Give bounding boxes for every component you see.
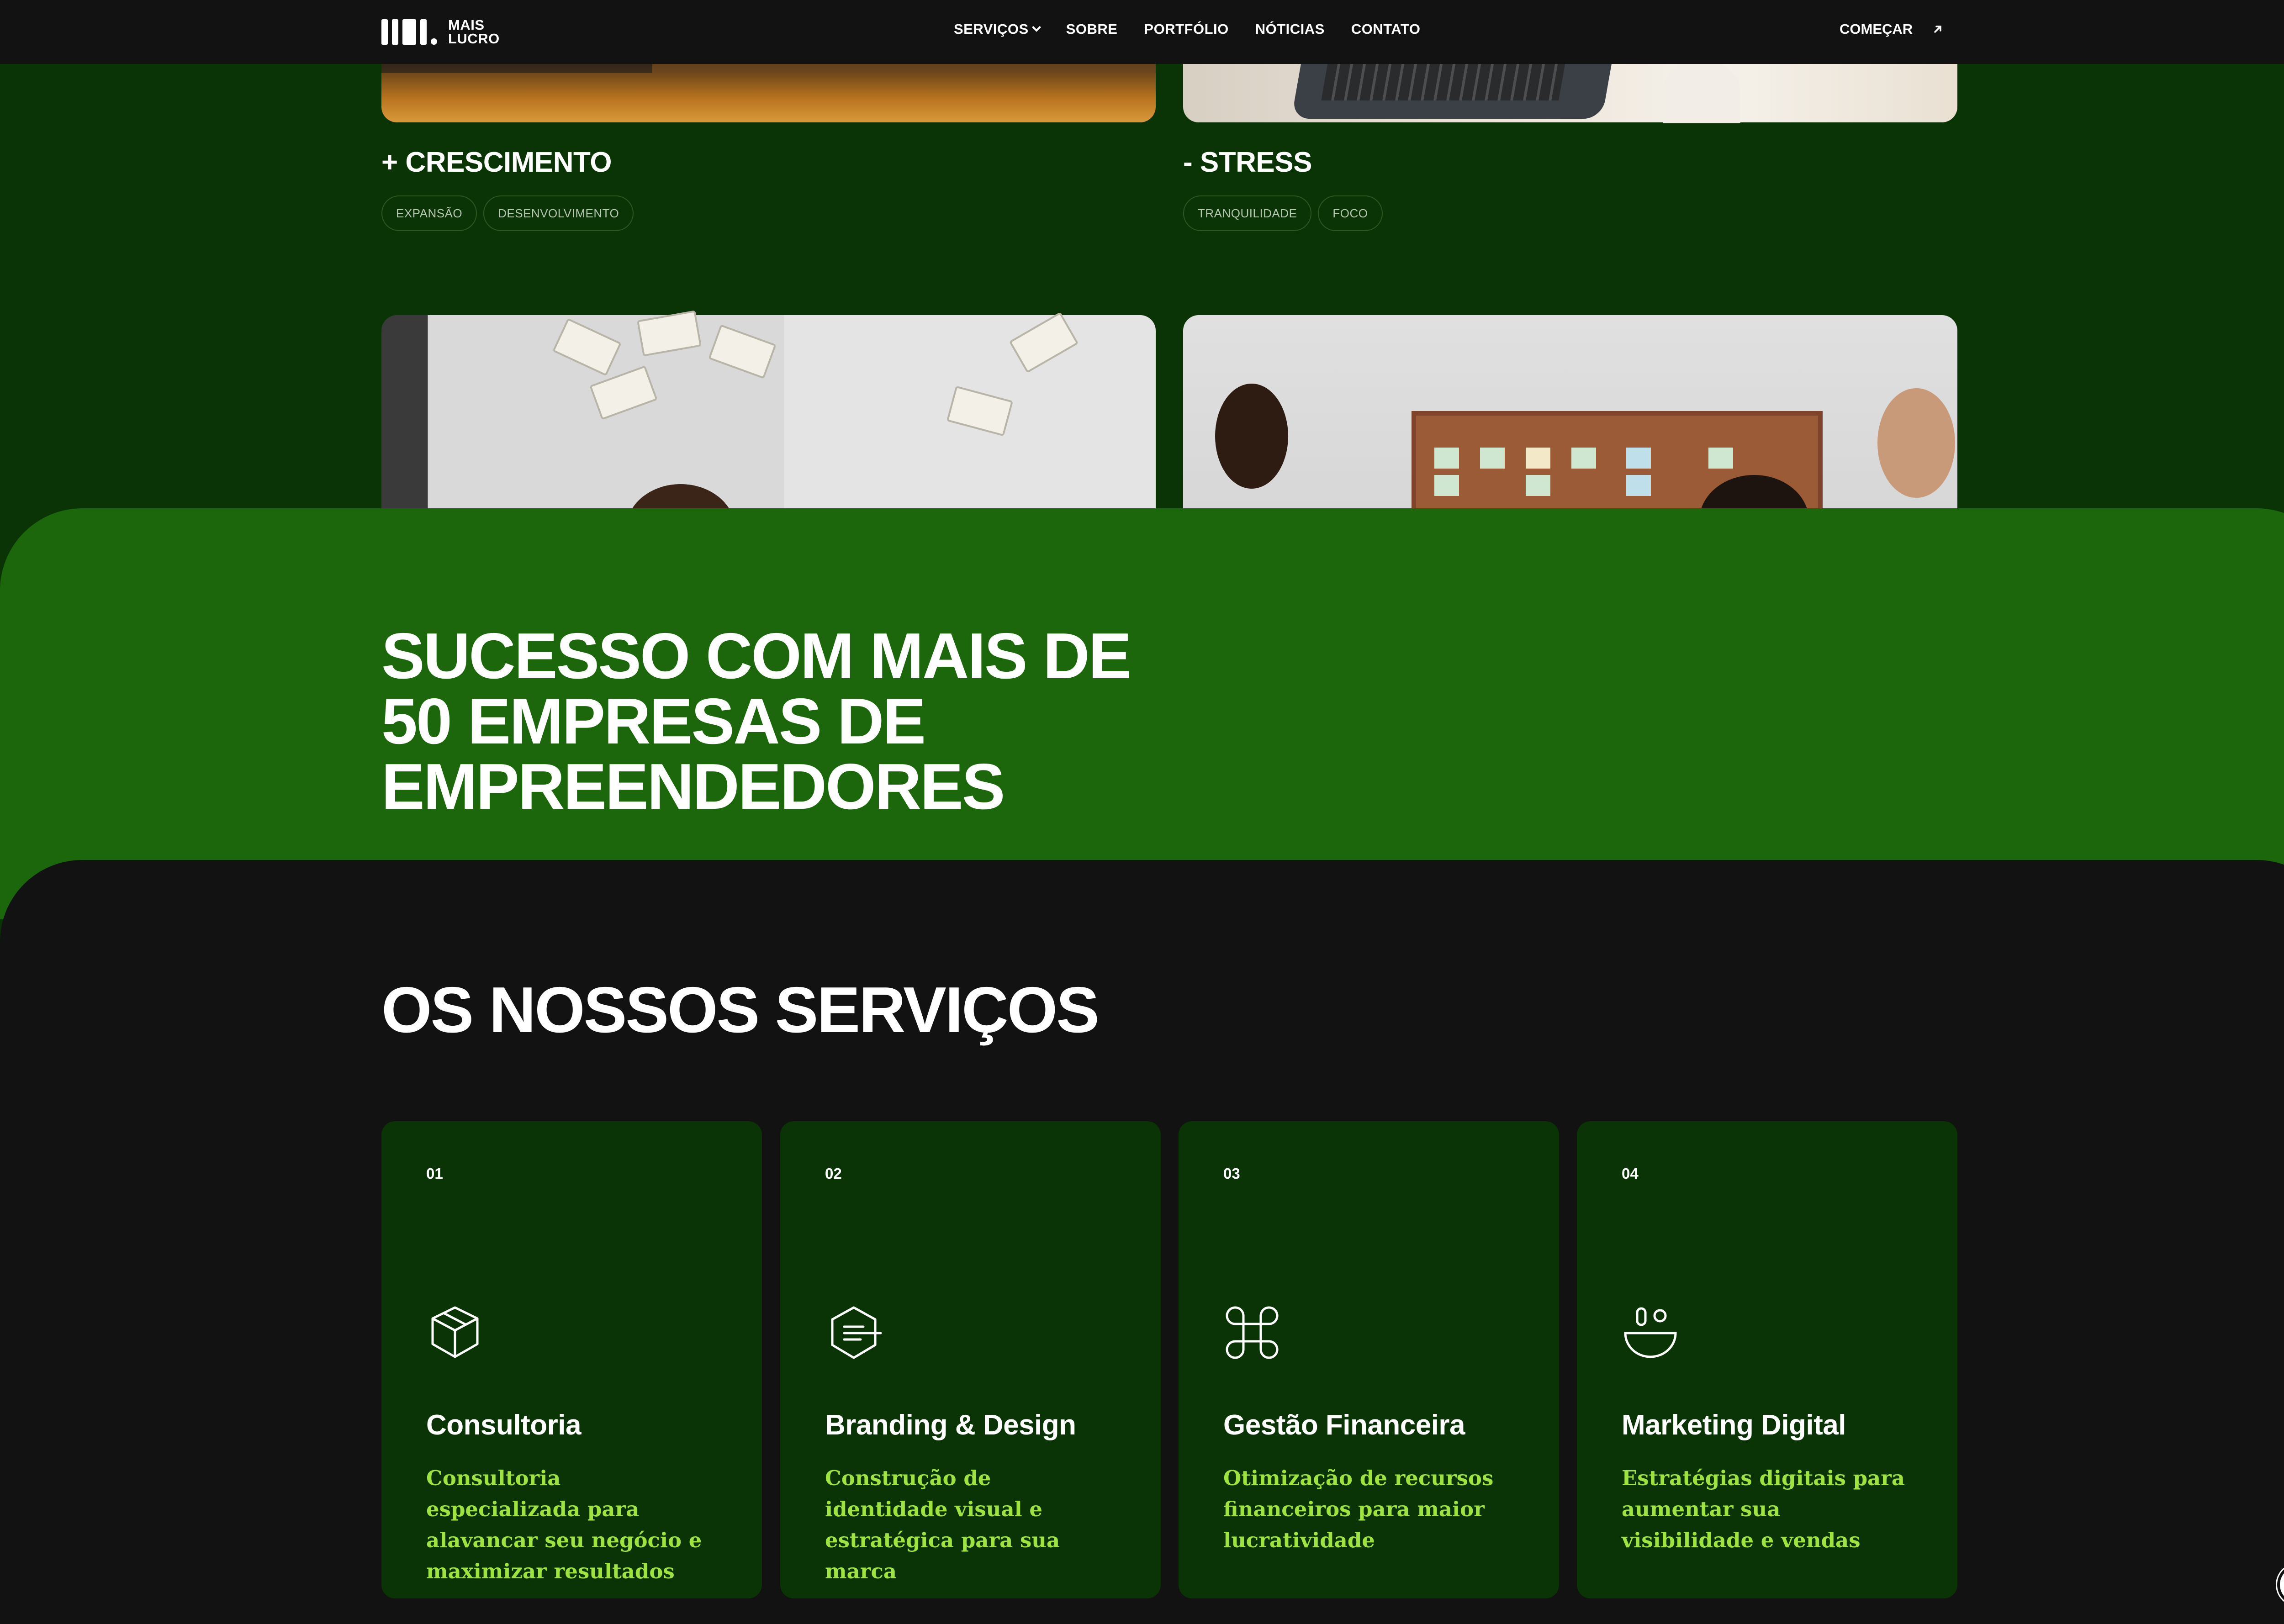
sticky-note-shape bbox=[1434, 448, 1459, 469]
nav-item-contato[interactable]: CONTATO bbox=[1351, 21, 1421, 37]
service-desc: Otimização de recursos financeiros para … bbox=[1223, 1466, 1494, 1552]
sticky-note-shape bbox=[1434, 475, 1459, 496]
benefit-tags-crescimento: EXPANSÃO DESENVOLVIMENTO bbox=[381, 195, 634, 231]
cube-icon bbox=[431, 1306, 479, 1358]
logo-text: MAIS LUCRO bbox=[448, 17, 500, 47]
service-card-gestao[interactable]: 03 Gestão Financeira Otimização de recur… bbox=[1179, 1121, 1559, 1598]
cup-shape bbox=[1663, 59, 1740, 123]
service-name: Consultoria bbox=[426, 1409, 581, 1441]
service-card-branding[interactable]: 02 Branding & Design Construção de ident… bbox=[780, 1121, 1161, 1598]
nav-item-portfolio[interactable]: PORTFÓLIO bbox=[1144, 21, 1228, 37]
arrow-up-right-icon[interactable] bbox=[1932, 24, 1943, 35]
service-desc: Estratégias digitais para aumentar sua v… bbox=[1622, 1466, 1905, 1552]
services-title: OS NOSSOS SERVIÇOS bbox=[381, 974, 1100, 1046]
service-name: Gestão Financeira bbox=[1223, 1409, 1465, 1441]
top-nav: MAIS LUCRO SERVIÇOS SOBRE PORTFÓLIO NÓTI… bbox=[0, 0, 2284, 64]
person-head-shape bbox=[1877, 388, 1955, 498]
nav-item-noticias[interactable]: NÓTICIAS bbox=[1255, 21, 1325, 37]
benefit-title-stress: - STRESS bbox=[1183, 147, 1312, 178]
success-title: SUCESSO COM MAIS DE 50 EMPRESAS DE EMPRE… bbox=[381, 620, 1131, 823]
keyboard-shape bbox=[1321, 59, 1566, 100]
service-name: Branding & Design bbox=[825, 1409, 1076, 1441]
sticky-note-shape bbox=[1626, 475, 1651, 496]
benefit-tags-stress: TRANQUILIDADE FOCO bbox=[1183, 195, 1383, 231]
bowl-icon bbox=[1624, 1307, 1677, 1358]
tag-desenvolvimento[interactable]: DESENVOLVIMENTO bbox=[483, 195, 634, 231]
hexagon-lines-icon bbox=[831, 1306, 882, 1359]
service-desc: Construção de identidade visual e estrat… bbox=[825, 1466, 1060, 1583]
service-card-marketing[interactable]: 04 Marketing Digital Estratégias digitai… bbox=[1577, 1121, 1957, 1598]
sticky-note-shape bbox=[1626, 448, 1651, 469]
service-number: 02 bbox=[825, 1165, 842, 1182]
logo[interactable]: MAIS LUCRO bbox=[381, 18, 500, 46]
service-card-consultoria[interactable]: 01 Consultoria Consultoria especializada… bbox=[381, 1121, 762, 1598]
sticky-note-shape bbox=[1708, 448, 1733, 469]
sticky-note-shape bbox=[1526, 475, 1550, 496]
service-name: Marketing Digital bbox=[1622, 1409, 1846, 1441]
comecar-button[interactable]: COMEÇAR bbox=[1840, 21, 1913, 37]
sticky-note-shape bbox=[1480, 448, 1505, 469]
sticky-note-shape bbox=[1571, 448, 1596, 469]
tag-tranquilidade[interactable]: TRANQUILIDADE bbox=[1183, 195, 1312, 231]
service-number: 03 bbox=[1223, 1165, 1240, 1182]
command-icon bbox=[1226, 1306, 1279, 1359]
sticky-note-shape bbox=[1526, 448, 1550, 469]
nav-item-servicos[interactable]: SERVIÇOS bbox=[954, 21, 1041, 37]
logo-mark-icon bbox=[381, 19, 437, 45]
arrow-up-icon bbox=[2280, 1567, 2284, 1603]
person-head-shape bbox=[1215, 384, 1288, 489]
tag-foco[interactable]: FOCO bbox=[1318, 195, 1383, 231]
tag-expansao[interactable]: EXPANSÃO bbox=[381, 195, 477, 231]
service-number: 01 bbox=[426, 1165, 443, 1182]
nav-item-sobre[interactable]: SOBRE bbox=[1066, 21, 1118, 37]
service-number: 04 bbox=[1622, 1165, 1639, 1182]
nav-menu: SERVIÇOS SOBRE PORTFÓLIO NÓTICIAS CONTAT… bbox=[954, 21, 1420, 37]
service-desc: Consultoria especializada para alavancar… bbox=[426, 1466, 702, 1583]
benefit-title-crescimento: + CRESCIMENTO bbox=[381, 147, 612, 178]
chevron-down-icon bbox=[1031, 22, 1041, 32]
